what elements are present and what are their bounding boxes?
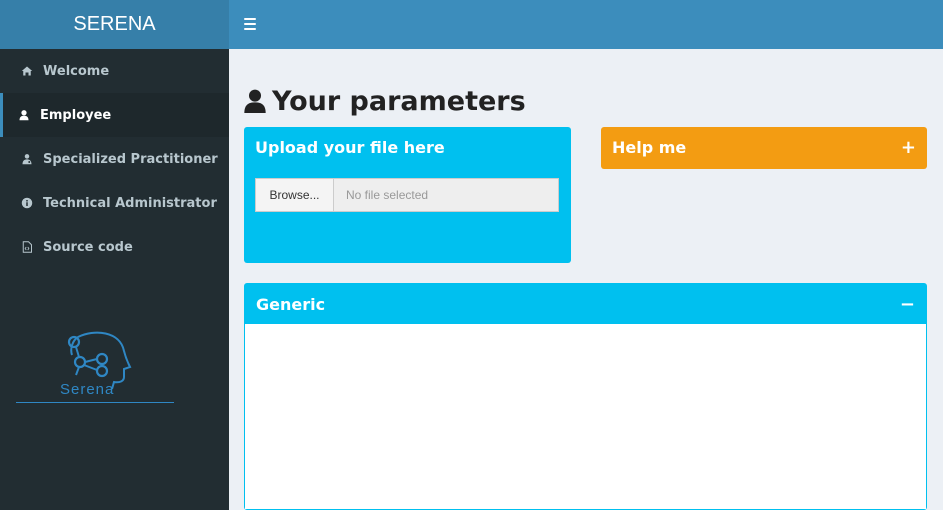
sidebar-item-employee[interactable]: Employee <box>0 93 229 137</box>
page-title-text: Your parameters <box>272 85 526 117</box>
info-circle-icon <box>20 197 33 210</box>
sidebar-item-technical-administrator[interactable]: Technical Administrator <box>0 181 229 225</box>
user-icon <box>244 89 266 113</box>
sidebar: Welcome Employee Specialized Practitione… <box>0 49 229 510</box>
brand-underline <box>16 402 174 403</box>
sidebar-item-specialized-practitioner[interactable]: Specialized Practitioner <box>0 137 229 181</box>
sidebar-item-label: Welcome <box>43 63 110 79</box>
top-navbar <box>229 0 943 49</box>
app-logo[interactable]: SERENA <box>0 0 229 49</box>
sidebar-item-label: Technical Administrator <box>43 195 217 211</box>
browse-button[interactable]: Browse... <box>256 179 334 211</box>
generic-box-body <box>245 324 926 509</box>
brand-wordmark: Serena <box>60 381 115 398</box>
generic-box-title: Generic <box>256 294 326 314</box>
app-title: SERENA <box>73 13 156 35</box>
collapse-minus-icon[interactable]: − <box>900 294 915 315</box>
upload-box-title: Upload your file here <box>255 137 445 157</box>
help-box: Help me + <box>601 127 927 169</box>
file-code-icon <box>20 241 33 254</box>
help-box-title: Help me <box>612 137 687 157</box>
sidebar-item-source-code[interactable]: Source code <box>0 225 229 269</box>
expand-plus-icon[interactable]: + <box>901 137 916 158</box>
file-input[interactable]: Browse... No file selected <box>255 178 559 212</box>
sidebar-item-label: Specialized Practitioner <box>43 151 218 167</box>
sidebar-toggle-icon[interactable] <box>244 17 256 31</box>
page-title: Your parameters <box>244 84 526 118</box>
user-md-icon <box>20 153 33 166</box>
upload-box: Upload your file here Browse... No file … <box>244 127 571 263</box>
sidebar-item-label: Source code <box>43 239 133 255</box>
sidebar-item-welcome[interactable]: Welcome <box>0 49 229 93</box>
home-icon <box>20 65 33 78</box>
generic-box: Generic − <box>244 283 927 510</box>
sidebar-item-label: Employee <box>40 107 112 123</box>
user-icon <box>17 109 30 122</box>
file-name-field[interactable]: No file selected <box>334 179 558 211</box>
